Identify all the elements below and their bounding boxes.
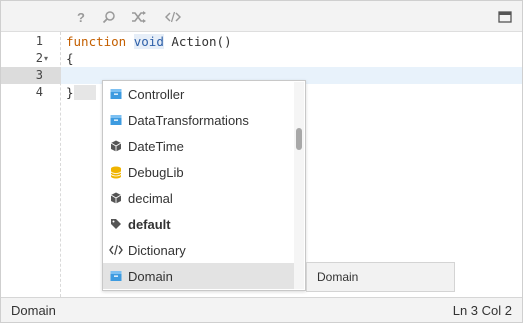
tag-icon <box>109 217 123 231</box>
cube-icon <box>109 139 123 153</box>
editor-window: ? 1 function void Action() 2 ▾ {3 4} C… <box>0 0 523 323</box>
closing-brace: } <box>66 85 74 100</box>
autocomplete-scrollbar-thumb[interactable] <box>296 128 302 150</box>
module-icon <box>109 113 123 127</box>
autocomplete-label: Controller <box>128 86 185 102</box>
status-context: Domain <box>11 303 56 318</box>
code-line[interactable]: 1 function void Action() <box>1 33 522 50</box>
search-icon[interactable] <box>99 7 119 27</box>
function-signature: Action() <box>163 34 232 49</box>
maximize-icon[interactable] <box>495 7 515 27</box>
module-icon <box>109 87 123 101</box>
autocomplete-item[interactable]: DebugLib <box>103 159 294 185</box>
cursor-position: Ln 3 Col 2 <box>452 303 512 318</box>
code-text: } <box>66 84 97 101</box>
code-icon[interactable] <box>163 7 183 27</box>
autocomplete-label: DateTime <box>128 138 184 154</box>
autocomplete-item[interactable]: default <box>103 211 294 237</box>
keyword: function <box>66 34 127 49</box>
line-number: 2 <box>35 51 43 65</box>
toolbar: ? <box>1 1 522 32</box>
brace-highlight <box>73 85 97 100</box>
code-line[interactable]: 2 ▾ { <box>1 50 522 67</box>
cube-icon <box>109 191 123 205</box>
autocomplete-scrollbar[interactable] <box>294 82 304 289</box>
autocomplete-label: default <box>128 216 171 232</box>
shuffle-icon[interactable] <box>129 7 149 27</box>
module-icon <box>109 269 123 283</box>
line-number: 3 <box>1 67 61 84</box>
autocomplete-label: Dictionary <box>128 242 186 258</box>
autocomplete-item[interactable]: Controller <box>103 81 294 107</box>
database-icon <box>109 165 123 179</box>
code-text: { <box>66 51 74 66</box>
code-text: function void Action() <box>66 33 232 50</box>
autocomplete-list[interactable]: Controller DataTransformations DateTime … <box>102 80 306 291</box>
type-keyword: void <box>133 34 164 49</box>
status-bar: Domain Ln 3 Col 2 <box>1 297 522 322</box>
line-number: 1 <box>35 34 43 48</box>
line-number: 4 <box>35 85 43 99</box>
svg-text:?: ? <box>77 10 85 24</box>
fold-toggle-icon[interactable]: ▾ <box>44 50 54 67</box>
autocomplete-item-selected[interactable]: Domain <box>103 263 294 289</box>
autocomplete-item[interactable]: Dictionary <box>103 237 294 263</box>
autocomplete-item[interactable]: DateTime <box>103 133 294 159</box>
autocomplete-label: decimal <box>128 190 173 206</box>
autocomplete-item[interactable]: decimal <box>103 185 294 211</box>
code-icon <box>109 243 123 257</box>
question-mark-icon[interactable]: ? <box>71 7 91 27</box>
autocomplete-label: DataTransformations <box>128 112 249 128</box>
autocomplete-label: DebugLib <box>128 164 184 180</box>
autocomplete-item[interactable]: DataTransformations <box>103 107 294 133</box>
autocomplete-label: Domain <box>128 268 173 284</box>
autocomplete-detail: Domain <box>306 262 455 292</box>
